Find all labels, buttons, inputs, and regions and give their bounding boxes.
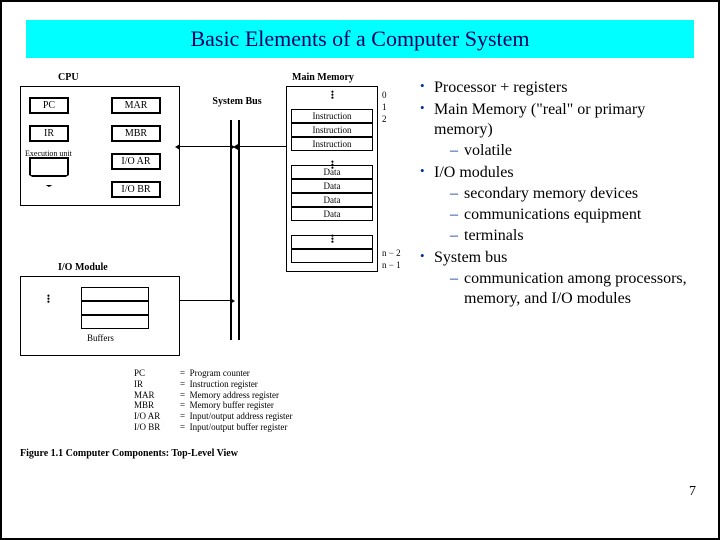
system-bus-label: System Bus [212,96,262,107]
slide-title: Basic Elements of a Computer System [26,20,694,58]
mem-cell: Data [291,207,373,221]
legend-row: MAR= Memory address register [134,390,293,401]
reg-iobr: I/O BR [111,181,161,198]
reg-ir: IR [29,125,69,142]
bullet-item: System buscommunication among processors… [420,248,706,309]
figure-caption: Figure 1.1 Computer Components: Top-Leve… [20,448,238,459]
mem-cell: Instruction [291,123,373,137]
bullet-list: Processor + registersMain Memory ("real"… [414,78,706,309]
mem-cell: Data [291,179,373,193]
bullet-column: Processor + registersMain Memory ("real"… [414,66,706,382]
diagram-legend: PC= Program counterIR= Instruction regis… [134,368,293,433]
legend-row: PC= Program counter [134,368,293,379]
slide-content: CPU PC MAR IR MBR I/O AR Execution unit … [2,66,718,382]
legend-row: I/O BR= Input/output buffer register [134,422,293,433]
legend-row: IR= Instruction register [134,379,293,390]
mem-cell [291,249,373,263]
mem-cell: Instruction [291,109,373,123]
cpu-label: CPU [58,72,79,83]
reg-mbr: MBR [111,125,161,142]
page-number: 7 [689,484,696,500]
sub-bullet-item: secondary memory devices [450,184,706,204]
bullet-item: Main Memory ("real" or primary memory)vo… [420,100,706,161]
bullet-item: Processor + registers [420,78,706,98]
system-bus-line-2 [238,120,240,340]
bus-connector-mem [238,146,286,147]
sub-bullet-item: terminals [450,226,706,246]
cpu-box: PC MAR IR MBR I/O AR Execution unit I/O … [20,86,180,206]
mem-cell: Instruction [291,137,373,151]
mem-index: n − 1 [382,260,401,270]
bullet-item: I/O modulessecondary memory devicescommu… [420,163,706,246]
mem-index: 0 [382,90,387,100]
diagram-column: CPU PC MAR IR MBR I/O AR Execution unit … [14,66,414,382]
mem-index: 2 [382,114,387,124]
reg-ioar: I/O AR [111,153,161,170]
reg-mar: MAR [111,97,161,114]
reg-pc: PC [29,97,69,114]
mem-index: n − 2 [382,248,401,258]
io-module-label: I/O Module [58,262,108,273]
execution-unit-shape [29,157,69,175]
main-memory-box: ••• Instruction Instruction Instruction … [286,86,378,272]
legend-row: I/O AR= Input/output address register [134,411,293,422]
io-buffers-label: Buffers [87,333,114,343]
bus-connector-cpu [180,146,230,147]
legend-row: MBR= Memory buffer register [134,400,293,411]
bus-connector-io [180,300,230,301]
mem-index: 1 [382,102,387,112]
system-bus-line-1 [230,120,232,340]
io-module-box: ••• Buffers [20,276,180,356]
mem-cell: Data [291,193,373,207]
computer-diagram: CPU PC MAR IR MBR I/O AR Execution unit … [14,72,404,382]
sub-bullet-item: volatile [450,141,706,161]
sub-bullet-item: communications equipment [450,205,706,225]
execution-unit-label: Execution unit [25,149,72,158]
main-memory-label: Main Memory [292,72,354,83]
sub-bullet-item: communication among processors, memory, … [450,269,706,309]
io-buffers [81,287,149,329]
